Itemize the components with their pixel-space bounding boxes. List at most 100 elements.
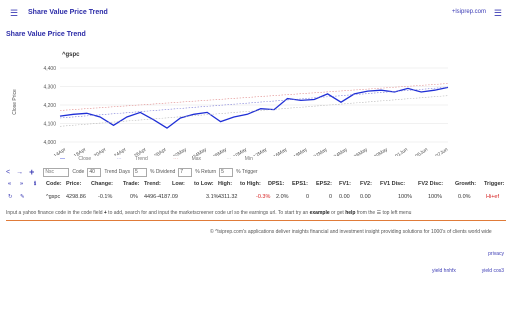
controls-bar: < → + Code Trend Days % Dividend % Retur… [6,166,258,178]
example-link[interactable]: example [310,210,330,216]
dividend-input[interactable] [132,167,147,177]
row-fv1-disc: 100% [398,194,413,200]
x-tick-label: 24Apr [113,147,128,156]
row-fv2: 0.00 [360,194,371,200]
x-tick-label: 12May [252,146,268,156]
x-tick-label: 28Apr [153,147,168,156]
top-bar: ☰ Share Value Price Trend +lsiprep.com ☰ [0,0,512,26]
x-tick-label: 02May [172,146,188,156]
row-price: 4298.86 [66,194,86,200]
row-change: -0.1% [98,194,113,200]
header-fv1: FV1: [339,181,351,187]
x-tick-label: 08May [212,146,228,156]
page-title: Share Value Price Trend [6,31,86,38]
footer-note: © ^lsiprep.com's applications deliver in… [210,229,492,235]
dividend-label: % Dividend [149,169,176,175]
x-tick-label: 04May [192,146,208,156]
x-tick-label: 05Jun [414,147,429,156]
info-text-4: code url so the earnings url. To start t… [213,210,310,216]
top-left-menu-link[interactable]: ☰ top left menu [377,210,412,216]
x-tick-label: 18May [293,146,309,156]
info-text-6: from the [355,210,377,216]
header-eps1: EPS1: [292,181,308,187]
row-growth: 0.0% [458,194,471,200]
menu-icon-right[interactable]: ☰ [494,8,502,19]
help-text: Input a yahoo finance code in the code f… [6,210,411,216]
row-trigger: Hi+ef [486,194,499,200]
y-tick-label: 4,200 [43,103,56,109]
header-change: Change: [91,181,113,187]
x-tick-label: 26May [353,146,369,156]
refresh-icon[interactable]: ↻ [8,194,13,200]
x-tick-label: 07Jun [435,147,450,156]
header-info-icon[interactable]: ℹ [34,181,36,187]
trend-days-label: Trend Days [104,169,130,175]
footer-link-1[interactable]: yield hnhfx [432,268,456,274]
divider [6,220,506,221]
privacy-link[interactable]: privacy [488,251,504,257]
row-fv2-disc: 100% [428,194,443,200]
x-tick-label: 16May [273,146,289,156]
header-to-high: to High: [240,181,261,187]
return-input[interactable] [178,167,193,177]
row-code[interactable]: ^gspc [46,194,60,200]
header-price: Price: [66,181,82,187]
header-eps2: EPS2: [316,181,332,187]
chart-legend: — Close ⋯ Trend ⋯ Max ⋯ Min [60,156,277,162]
trigger-input[interactable] [219,167,234,177]
row-to-high: -0.3% [256,194,271,200]
header-code: Code: [46,181,62,187]
edit-icon[interactable]: ✎ [20,194,25,200]
code-label: Code [72,169,85,175]
header-to-low: to Low: [194,181,214,187]
site-link[interactable]: +lsiprep.com [452,9,486,15]
y-tick-label: 4,300 [43,85,56,91]
row-trend: 4496-4187.09 [144,194,178,200]
header-fv2: FV2: [360,181,372,187]
yahoo-finance-link[interactable]: yahoo finance [23,210,54,216]
info-text-5: or get [329,210,346,216]
y-axis-label: Close Price [12,89,18,115]
info-text-2: code in the code field [53,210,104,216]
row-trade: 0% [130,194,138,200]
x-tick-label: 30May [373,146,389,156]
legend-max: ⋯ Max [173,156,202,162]
app-title: Share Value Price Trend [28,9,108,16]
header-trend: Trend: [144,181,161,187]
header-fv1-disc: FV1 Disc: [380,181,406,187]
x-tick-label: 20Apr [93,147,108,156]
x-tick-label: 10May [232,146,248,156]
help-link[interactable]: help [345,210,355,216]
legend-close: — Close [60,156,92,162]
footer-link-2[interactable]: yield cos3 [482,268,504,274]
row-dps1: 2.0% [276,194,289,200]
add-code-button[interactable]: + [29,167,34,177]
legend-trend: ⋯ Trend [116,156,148,162]
chart-ticker: ^gspc [62,52,80,58]
info-text-3: to add, search for and input the [106,210,179,216]
y-tick-label: 4,400 [43,66,56,72]
header-high: High: [218,181,233,187]
row-high: 4311.32 [218,194,238,200]
x-tick-label: 18Apr [73,147,88,156]
header-trigger: Trigger: [484,181,505,187]
next-arrow-icon[interactable]: → [16,169,23,176]
row-to-low: 3.1% [206,194,219,200]
x-tick-label: 22May [313,146,329,156]
header-first[interactable]: « [8,181,11,187]
return-label: % Return [195,169,217,175]
row-eps2: 0 [329,194,333,200]
header-fv2-disc: FV2 Disc: [418,181,444,187]
code-input[interactable] [43,167,70,177]
header-last[interactable]: » [20,181,23,187]
y-tick-label: 4,000 [43,140,56,146]
marketscreener-link[interactable]: marketscreener [179,210,214,216]
price-chart: 4,400 4,300 4,200 4,100 4,000 14Apr 18Apr 20Ap… [12,66,450,156]
prev-arrow-icon[interactable]: < [6,169,10,176]
menu-icon[interactable]: ☰ [10,8,18,19]
legend-min: ⋯ Min [226,156,253,162]
x-tick-label: 24May [333,146,349,156]
info-text-1: Input a [6,210,23,216]
trend-days-input[interactable] [87,167,102,177]
trigger-label: % Trigger [236,169,258,175]
